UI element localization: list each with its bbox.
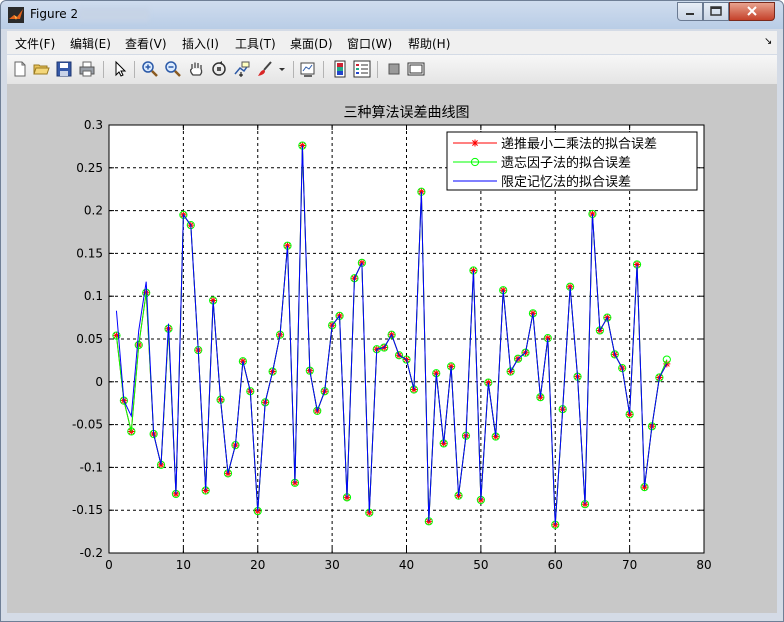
menu-insert[interactable]: 插入(I)	[182, 35, 219, 52]
y-tick-label: 0.15	[76, 246, 103, 260]
data-cursor-icon[interactable]	[233, 60, 251, 78]
brush-dropdown-icon[interactable]	[277, 60, 287, 78]
menu-view[interactable]: 查看(V)	[125, 35, 167, 52]
new-file-icon[interactable]	[11, 60, 29, 78]
pan-hand-icon[interactable]	[187, 60, 205, 78]
show-plot-tools-icon[interactable]	[407, 60, 425, 78]
save-icon[interactable]	[55, 60, 73, 78]
toolbar-separator	[103, 61, 104, 78]
link-plot-icon[interactable]	[299, 60, 317, 78]
title-blurred-region	[79, 8, 149, 21]
zoom-in-icon[interactable]	[141, 60, 159, 78]
pointer-icon[interactable]	[111, 60, 129, 78]
chart-svg[interactable]: 0 10 20 30 40 50 60 70 80 -0.2 -0.15 -0.1 -0.05 0 0.05…	[7, 85, 777, 613]
y-tick-label: -0.2	[80, 546, 103, 560]
open-folder-icon[interactable]	[32, 60, 50, 78]
y-tick-label: 0.25	[76, 161, 103, 175]
x-tick-label: 10	[176, 558, 191, 572]
toolbar-separator	[377, 61, 378, 78]
legend-entry-label: 遗忘因子法的拟合误差	[501, 155, 631, 171]
legend-icon[interactable]	[353, 60, 371, 78]
legend-entry-label: 递推最小二乘法的拟合误差	[501, 136, 657, 152]
y-tick-label: 0.1	[84, 289, 103, 303]
x-tick-label: 0	[105, 558, 113, 572]
menu-window[interactable]: 窗口(W)	[347, 35, 392, 52]
rotate-3d-icon[interactable]	[210, 60, 228, 78]
close-icon	[747, 6, 757, 16]
menu-file[interactable]: 文件(F)	[15, 35, 55, 52]
print-icon[interactable]	[78, 60, 96, 78]
x-tick-label: 60	[548, 558, 563, 572]
y-tick-label: 0	[95, 375, 103, 389]
x-tick-label: 20	[250, 558, 265, 572]
toolbar-separator	[323, 61, 324, 78]
y-tick-label: -0.15	[72, 503, 103, 517]
x-tick-label: 50	[473, 558, 488, 572]
close-button[interactable]	[729, 2, 775, 21]
minimize-icon	[686, 13, 694, 15]
legend-swatch-marker	[471, 139, 479, 147]
figure-window: Figure 2 文件(F) 编辑(E) 查看(V) 插入(I) 工具(T) 桌…	[0, 0, 784, 622]
menu-bar: 文件(F) 编辑(E) 查看(V) 插入(I) 工具(T) 桌面(D) 窗口(W…	[7, 31, 777, 54]
figure-toolbar	[7, 55, 777, 85]
toolbar-separator	[134, 61, 135, 78]
x-tick-label: 40	[399, 558, 414, 572]
x-tick-label: 30	[324, 558, 339, 572]
figure-canvas: 0 10 20 30 40 50 60 70 80 -0.2 -0.15 -0.1 -0.05 0 0.05…	[7, 85, 777, 613]
menu-help[interactable]: 帮助(H)	[408, 35, 450, 52]
brush-icon[interactable]	[256, 60, 274, 78]
window-title: Figure 2	[30, 7, 79, 21]
y-tick-label: 0.3	[84, 118, 103, 132]
window-bottom-border	[1, 613, 783, 621]
y-tick-label: 0.05	[76, 332, 103, 346]
legend-entry-label: 限定记忆法的拟合误差	[501, 174, 631, 190]
maximize-icon	[710, 6, 722, 16]
title-bar[interactable]: Figure 2	[1, 1, 783, 29]
x-tick-label: 70	[622, 558, 637, 572]
y-tick-label: 0.2	[84, 204, 103, 218]
menu-dock-arrow-icon[interactable]: ↘	[764, 36, 772, 47]
chart-title: 三种算法误差曲线图	[344, 105, 470, 121]
menu-edit[interactable]: 编辑(E)	[70, 35, 111, 52]
menu-desktop[interactable]: 桌面(D)	[290, 35, 333, 52]
maximize-button[interactable]	[703, 2, 729, 21]
menu-tools[interactable]: 工具(T)	[235, 35, 276, 52]
matlab-logo-icon	[8, 7, 24, 23]
y-tick-label: -0.1	[80, 460, 103, 474]
minimize-button[interactable]	[677, 2, 703, 21]
y-tick-label: -0.05	[72, 418, 103, 432]
toolbar-separator	[293, 61, 294, 78]
legend: 递推最小二乘法的拟合误差遗忘因子法的拟合误差限定记忆法的拟合误差	[446, 131, 698, 191]
zoom-out-icon[interactable]	[164, 60, 182, 78]
hide-plot-tools-icon[interactable]	[385, 60, 403, 78]
colorbar-icon[interactable]	[331, 60, 349, 78]
x-tick-label: 80	[696, 558, 711, 572]
